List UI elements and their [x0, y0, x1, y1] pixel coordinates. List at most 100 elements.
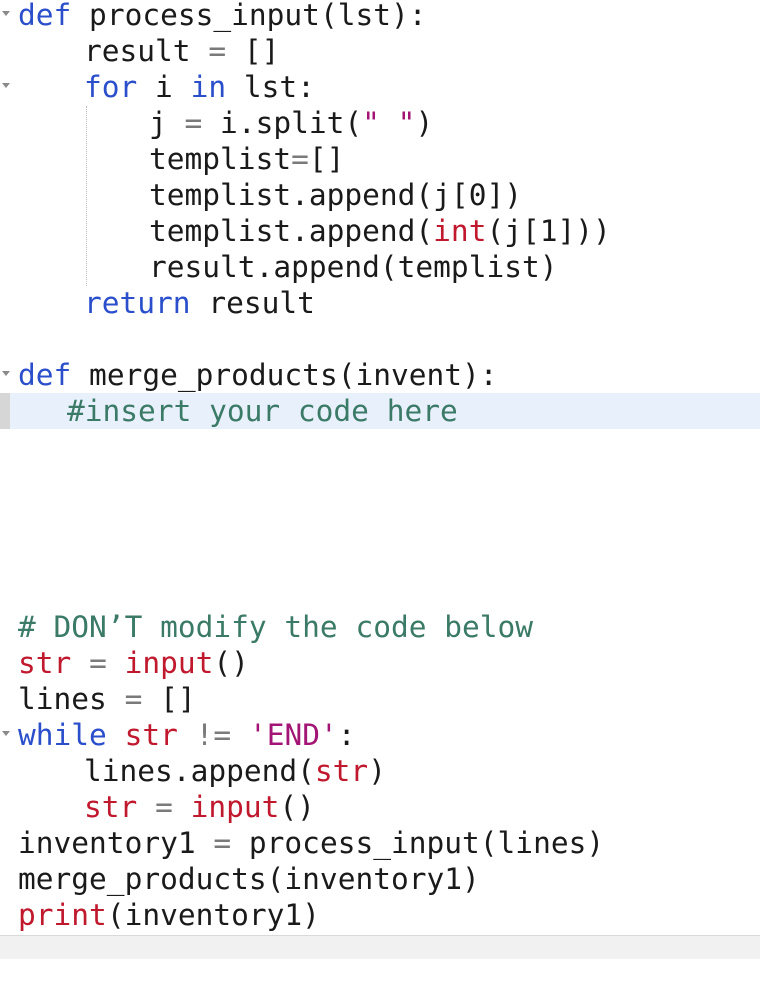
- code-token: inventory1: [18, 826, 214, 860]
- code-token: []: [308, 142, 345, 176]
- fold-arrow-icon[interactable]: [2, 83, 10, 88]
- code-line-4[interactable]: j = i.split(" "): [0, 105, 760, 141]
- code-line-3[interactable]: for i in lst:: [0, 69, 760, 105]
- code-token: def: [18, 0, 72, 32]
- code-token: =: [291, 142, 309, 176]
- line-content: str = input(): [84, 789, 315, 825]
- code-token: print: [18, 898, 107, 932]
- code-token: i.split(: [202, 106, 363, 140]
- code-line-5[interactable]: templist=[]: [0, 141, 760, 177]
- code-token: templist.append(: [149, 214, 434, 248]
- code-token: =: [213, 826, 232, 860]
- editor-bottom-bar: [0, 935, 760, 959]
- code-token: 'END': [248, 718, 338, 752]
- line-content: merge_products(inventory1): [18, 861, 480, 897]
- code-line-20[interactable]: print(inventory1): [0, 897, 760, 933]
- line-content: return result: [84, 285, 315, 321]
- code-token: process_input(lines): [231, 826, 605, 860]
- code-token: =: [184, 106, 203, 140]
- code-line-17[interactable]: str = input(): [0, 789, 760, 825]
- fold-arrow-icon[interactable]: [2, 11, 10, 16]
- code-token: " ": [362, 106, 416, 140]
- code-token: result: [84, 34, 209, 68]
- line-content: # DON’T modify the code below: [18, 609, 533, 645]
- code-token: (): [213, 646, 249, 680]
- code-token: =: [124, 682, 143, 716]
- code-token: templist.append(j[0]): [149, 178, 522, 212]
- code-token: merge_products(inventory1): [18, 862, 480, 896]
- code-token: result.append(templist): [149, 250, 558, 284]
- code-token: []: [226, 34, 280, 68]
- code-token: ): [368, 754, 386, 788]
- code-line-10[interactable]: def merge_products(invent):: [0, 357, 760, 393]
- current-line-marker: [0, 393, 10, 429]
- code-line-9[interactable]: return result: [0, 285, 760, 321]
- line-content: for i in lst:: [84, 69, 315, 105]
- code-token: # DON’T modify the code below: [18, 610, 534, 644]
- code-editor[interactable]: def process_input(lst): result = [] for …: [0, 0, 760, 935]
- code-token: =: [208, 34, 227, 68]
- code-token: (): [279, 790, 315, 824]
- line-content: lines = []: [18, 681, 196, 717]
- code-line-1[interactable]: def process_input(lst):: [0, 0, 760, 33]
- code-line-18[interactable]: inventory1 = process_input(lines): [0, 825, 760, 861]
- code-token: str: [18, 646, 72, 680]
- line-content: result = []: [84, 33, 279, 69]
- line-content: result.append(templist): [149, 249, 558, 285]
- line-content: def process_input(lst):: [18, 0, 427, 33]
- code-token: for: [84, 70, 138, 104]
- code-line-19[interactable]: merge_products(inventory1): [0, 861, 760, 897]
- line-content: templist.append(int(j[1])): [149, 213, 611, 249]
- code-line-6[interactable]: templist.append(j[0]): [0, 177, 760, 213]
- code-token: int: [433, 214, 487, 248]
- code-token: result: [190, 286, 315, 320]
- code-token: #insert your code here: [67, 394, 458, 428]
- code-token: str: [84, 790, 138, 824]
- code-token: input: [190, 790, 280, 824]
- code-token: i: [137, 70, 191, 104]
- code-token: def: [18, 358, 72, 392]
- code-token: =: [89, 646, 107, 680]
- code-token: ): [415, 106, 434, 140]
- line-content: j = i.split(" "): [149, 105, 433, 141]
- code-line-2[interactable]: result = []: [0, 33, 760, 69]
- line-content: lines.append(str): [84, 753, 386, 789]
- code-token: []: [142, 682, 196, 716]
- code-token: (j[1])): [486, 214, 611, 248]
- line-content: templist=[]: [149, 141, 344, 177]
- code-token: templist: [149, 142, 292, 176]
- current-line[interactable]: #insert your code here: [0, 393, 760, 429]
- fold-arrow-icon[interactable]: [2, 371, 10, 376]
- code-token: in: [190, 70, 227, 104]
- fold-arrow-icon[interactable]: [2, 731, 10, 736]
- code-token: merge_products(invent):: [71, 358, 498, 392]
- code-line-14[interactable]: lines = []: [0, 681, 760, 717]
- code-token: str: [124, 718, 178, 752]
- code-token: str: [314, 754, 369, 788]
- code-line-15[interactable]: while str != 'END':: [0, 717, 760, 753]
- code-line-7[interactable]: templist.append(int(j[1])): [0, 213, 760, 249]
- code-token: lst:: [226, 70, 315, 104]
- code-token: =: [155, 790, 173, 824]
- code-token: j: [149, 106, 185, 140]
- code-token: (inventory1): [106, 898, 320, 932]
- code-token: lines.append(: [84, 754, 315, 788]
- code-token: !=: [195, 718, 232, 752]
- code-line-16[interactable]: lines.append(str): [0, 753, 760, 789]
- line-content: print(inventory1): [18, 897, 320, 933]
- code-token: :: [337, 718, 356, 752]
- code-token: process_input(lst):: [71, 0, 427, 32]
- code-token: lines: [18, 682, 125, 716]
- code-line-8[interactable]: result.append(templist): [0, 249, 760, 285]
- code-line-12[interactable]: # DON’T modify the code below: [0, 609, 760, 645]
- code-line-13[interactable]: str = input(): [0, 645, 760, 681]
- line-content: def merge_products(invent):: [18, 357, 498, 393]
- line-content: while str != 'END':: [18, 717, 356, 753]
- code-token: while: [18, 718, 107, 752]
